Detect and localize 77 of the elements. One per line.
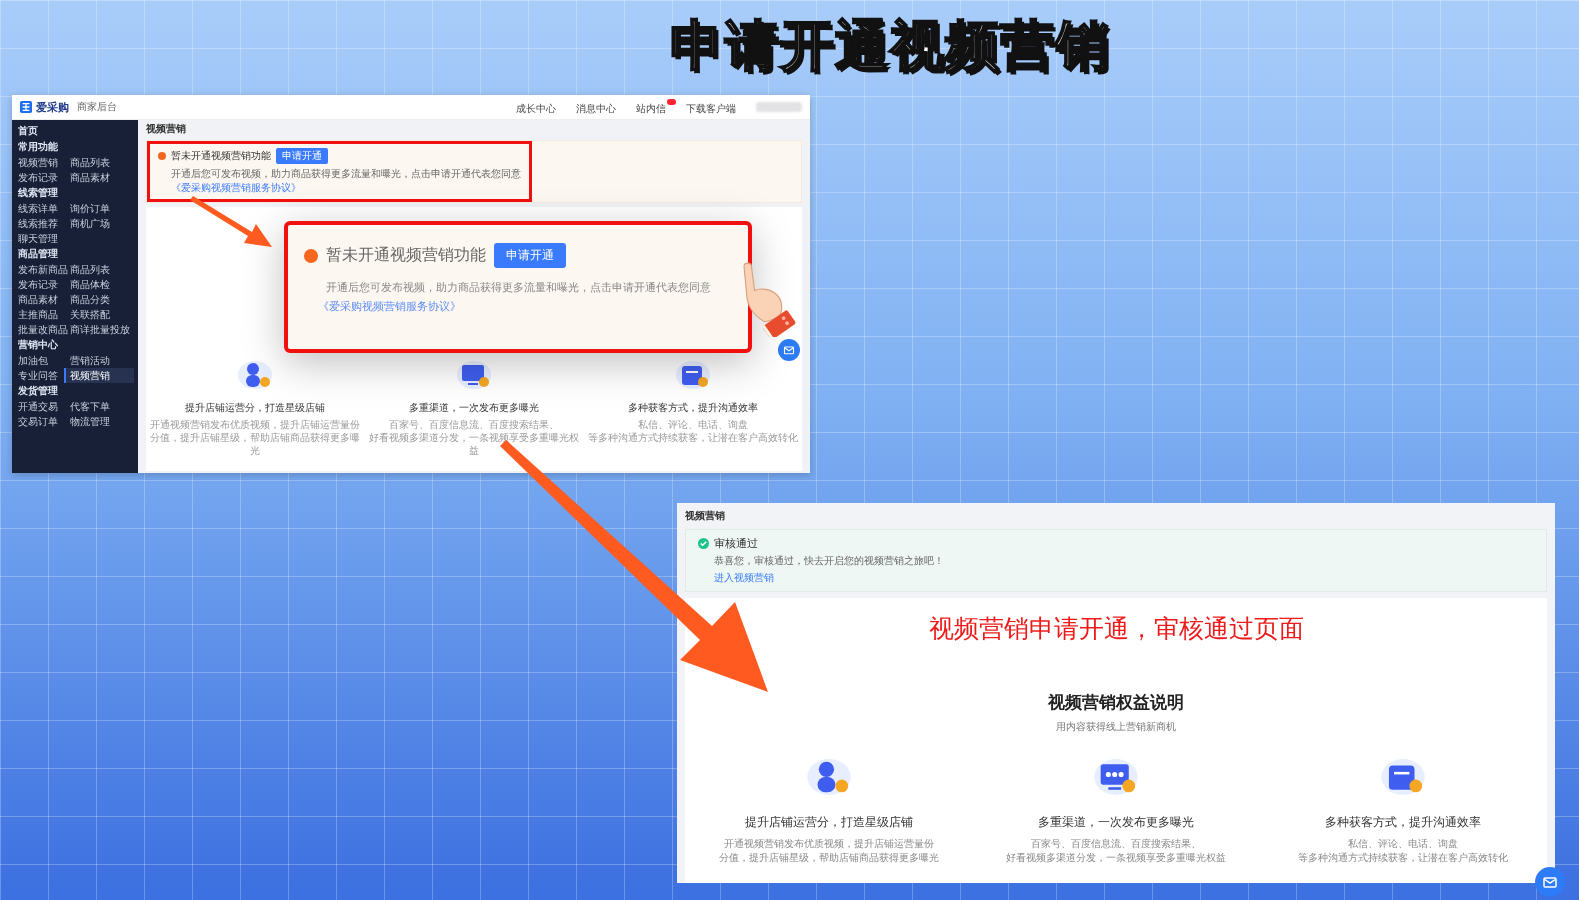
logo-subtitle: 商家后台 <box>77 100 117 114</box>
header-link[interactable]: 成长中心 <box>516 98 566 116</box>
alert-text: 开通后您可发布视频，助力商品获得更多流量和曝光，点击申请开通代表您同意 <box>170 167 521 181</box>
sidebar-group-header[interactable]: 营销中心 <box>12 337 138 353</box>
logo-text: 爱采购 <box>36 99 69 115</box>
envelope-icon <box>783 344 795 356</box>
sidebar-item[interactable]: 视频营销 <box>64 368 134 383</box>
feature-description: 分值，提升店铺星级，帮助店铺商品获得更多曝光 <box>718 851 939 865</box>
feature-title: 提升店铺运营分，打造星级店铺 <box>185 401 326 415</box>
sidebar-item[interactable]: 交易订单 <box>12 414 64 429</box>
annotation-text: 视频营销申请开通，审核通过页面 <box>928 613 1304 645</box>
feature-description: 私信、评论、电话、询盘 <box>636 418 749 431</box>
apply-button[interactable]: 申请开通 <box>494 243 566 268</box>
sidebar-item[interactable]: 商品分类 <box>64 292 134 307</box>
sidebar-item[interactable]: 商品列表 <box>64 155 134 170</box>
feature-title: 多重渠道，一次发布更多曝光 <box>409 401 539 415</box>
mail-button[interactable] <box>778 339 800 361</box>
feature-description: 百家号、百度信息流、百度搜索结果、 <box>388 418 560 431</box>
feature-description: 分值，提升店铺星级，帮助店铺商品获得更多曝光 <box>149 431 362 457</box>
sidebar-item[interactable]: 首页 <box>12 123 138 139</box>
alert-text: 开通后您可发布视频，助力商品获得更多流量和曝光，点击申请开通代表您同意 <box>325 280 711 295</box>
sidebar-item[interactable]: 加油包 <box>12 353 64 368</box>
feature-description: 百家号、百度信息流、百度搜索结果、 <box>1031 837 1201 851</box>
sidebar-item[interactable]: 视频营销 <box>12 155 64 170</box>
section-subheading: 用内容获得线上营销新商机 <box>1056 720 1176 734</box>
logo-icon <box>20 101 32 113</box>
sidebar-group-header[interactable]: 线索管理 <box>12 185 138 201</box>
feature-description: 私信、评论、电话、询盘 <box>1348 837 1459 851</box>
section-heading: 视频营销权益说明 <box>1048 691 1184 714</box>
feature-title: 多种获客方式，提升沟通效率 <box>1325 814 1482 831</box>
sidebar-item[interactable]: 代客下单 <box>64 399 134 414</box>
header-link[interactable]: 消息中心 <box>576 98 626 116</box>
mail-button[interactable] <box>1535 867 1565 897</box>
apply-button[interactable]: 申请开通 <box>276 148 328 164</box>
feature-description: 好看视频多渠道分发，一条视频享受多重曝光权益 <box>1006 851 1226 865</box>
blurred-username <box>756 102 802 112</box>
feature-title: 提升店铺运营分，打造星级店铺 <box>744 814 913 831</box>
sidebar-item[interactable]: 发布记录 <box>12 170 64 185</box>
warning-icon <box>158 152 166 160</box>
enter-video-marketing-link[interactable]: 进入视频营销 <box>698 571 774 585</box>
sidebar-group-header[interactable]: 商品管理 <box>12 246 138 262</box>
sidebar-group-header[interactable]: 发货管理 <box>12 383 138 399</box>
page-title: 视频营销 <box>146 122 187 136</box>
sidebar-item[interactable]: 关联搭配 <box>64 307 134 322</box>
alert-title: 暂未开通视频营销功能 <box>326 245 486 266</box>
feature-title: 多重渠道，一次发布更多曝光 <box>1038 814 1194 831</box>
sidebar-item[interactable]: 线索详单 <box>12 201 64 216</box>
alert-text: 恭喜您，审核通过，快去开启您的视频营销之旅吧！ <box>713 554 944 568</box>
sidebar-item[interactable]: 营销活动 <box>64 353 134 368</box>
sidebar-item[interactable]: 专业问答 <box>12 368 64 383</box>
alert-title: 审核通过 <box>714 536 758 551</box>
feature-description: 开通视频营销发布优质视频，提升店铺运营量份 <box>149 418 362 431</box>
sidebar-item[interactable]: 开通交易 <box>12 399 64 414</box>
feature-title: 多种获客方式，提升沟通效率 <box>627 401 758 415</box>
header-link[interactable]: 下载客户端 <box>686 98 746 116</box>
sidebar-group-header[interactable]: 常用功能 <box>12 139 138 155</box>
sidebar-item[interactable]: 主推商品 <box>12 307 64 322</box>
sidebar-item[interactable]: 询价订单 <box>64 201 134 216</box>
header-link[interactable]: 站内信 <box>636 98 676 116</box>
agreement-link[interactable]: 《爱采购视频营销服务协议》 <box>158 181 301 195</box>
sidebar-item[interactable]: 商品素材 <box>12 292 64 307</box>
envelope-icon <box>1542 874 1558 890</box>
feature-description: 等多种沟通方式持续获客，让潜在客户高效转化 <box>1298 851 1509 865</box>
page-title: 视频营销 <box>685 509 726 523</box>
sidebar-item[interactable]: 商品素材 <box>64 170 134 185</box>
feature-description: 等多种沟通方式持续获客，让潜在客户高效转化 <box>586 431 799 444</box>
alert-title: 暂未开通视频营销功能 <box>171 149 271 163</box>
poster-title: 申请开通视频营销 <box>669 13 1111 79</box>
feature-description: 开通视频营销发布优质视频，提升店铺运营量份 <box>723 837 934 851</box>
sidebar-item[interactable]: 发布记录 <box>12 277 64 292</box>
warning-icon <box>304 248 318 263</box>
check-circle-icon <box>698 538 709 549</box>
sidebar-item[interactable]: 线索推荐 <box>12 216 64 231</box>
sidebar-item[interactable]: 聊天管理 <box>12 231 64 246</box>
sidebar-item[interactable]: 商品体检 <box>64 277 134 292</box>
sidebar-item[interactable]: 物流管理 <box>64 414 134 429</box>
sidebar-item[interactable]: 商机广场 <box>64 216 134 231</box>
